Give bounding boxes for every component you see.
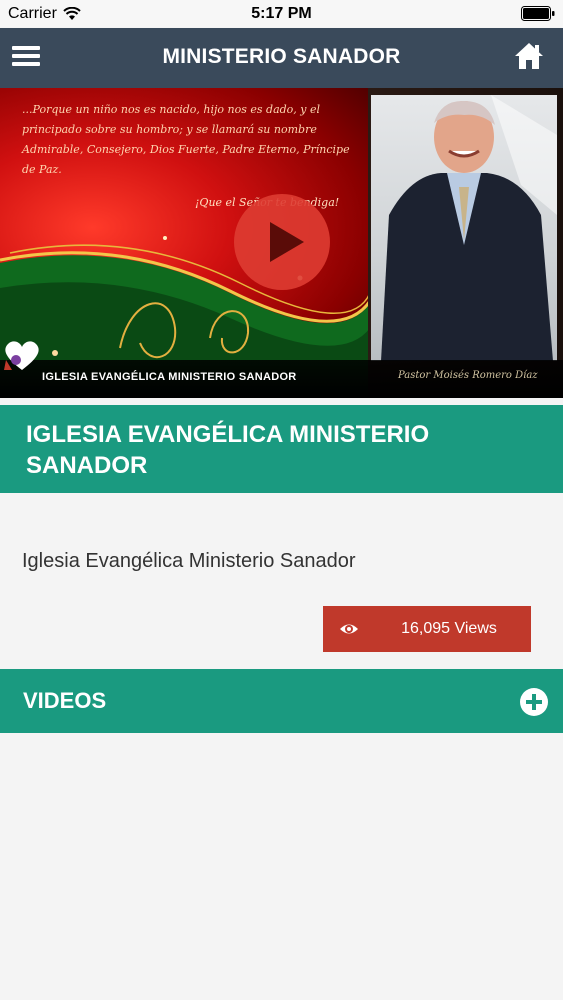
banner-caption-bar: IGLESIA EVANGÉLICA MINISTERIO SANADOR Pa… — [0, 341, 563, 398]
battery-icon — [521, 6, 555, 21]
play-button[interactable] — [234, 194, 330, 290]
channel-description: Iglesia Evangélica Ministerio Sanador — [22, 550, 356, 572]
page-title: MINISTERIO SANADOR — [162, 45, 401, 68]
videos-section-header[interactable]: VIDEOS — [0, 669, 563, 733]
channel-heading: IGLESIA EVANGÉLICA MINISTERIO SANADOR — [26, 421, 430, 479]
status-bar: Carrier 5:17 PM — [0, 0, 563, 28]
banner-church-name: IGLESIA EVANGÉLICA MINISTERIO SANADOR — [42, 371, 297, 383]
navigation-bar: MINISTERIO SANADOR — [0, 28, 563, 88]
videos-label: VIDEOS — [23, 688, 107, 713]
scripture-text: ...Porque un niño nos es nacido, hijo no… — [22, 103, 350, 176]
plus-circle-icon[interactable] — [520, 688, 548, 716]
heart-logo-icon — [4, 341, 39, 370]
views-badge[interactable]: 16,095 Views — [323, 606, 531, 652]
home-icon — [515, 43, 543, 69]
home-button[interactable] — [513, 40, 545, 72]
channel-title-band: IGLESIA EVANGÉLICA MINISTERIO SANADOR — [0, 405, 563, 493]
clock: 5:17 PM — [251, 5, 312, 22]
views-count: 16,095 Views — [401, 620, 497, 637]
pastor-portrait — [381, 95, 557, 361]
pastor-signature: Pastor Moisés Romero Díaz — [398, 370, 538, 381]
video-thumbnail[interactable]: ...Porque un niño nos es nacido, hijo no… — [0, 88, 563, 398]
play-icon — [270, 222, 304, 262]
pastor-photo — [371, 95, 557, 361]
